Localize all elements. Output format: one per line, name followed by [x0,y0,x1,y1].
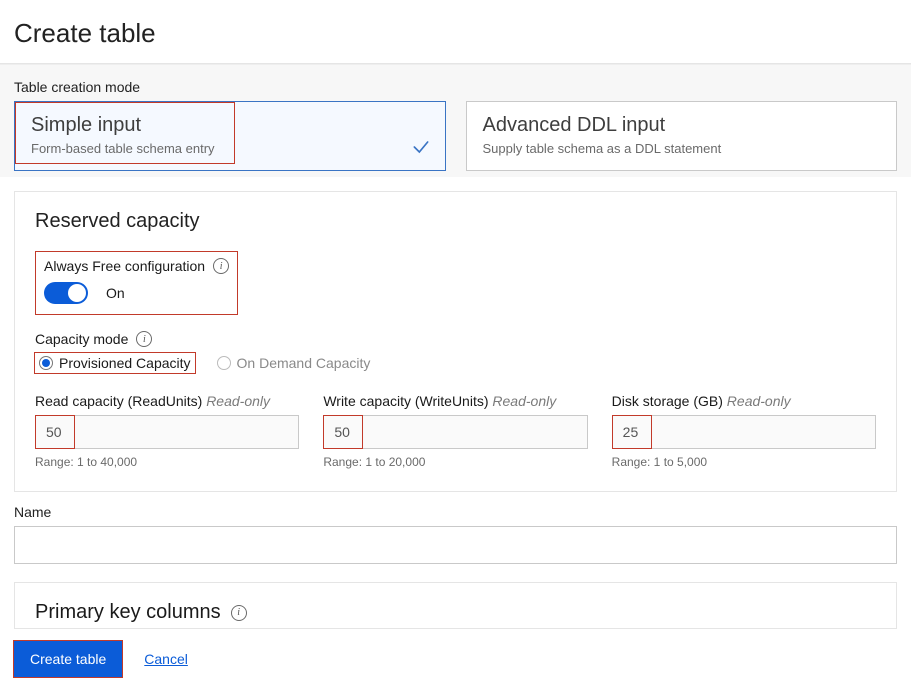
disk-storage-field: Disk storage (GB) Read-only Range: 1 to … [612,393,876,469]
footer-actions: Create table Cancel [0,629,911,695]
name-section: Name [0,492,911,564]
always-free-label: Always Free configuration [44,258,205,274]
readonly-tag: Read-only [492,393,556,409]
write-capacity-field: Write capacity (WriteUnits) Read-only Ra… [323,393,587,469]
radio-provisioned[interactable]: Provisioned Capacity [39,355,191,371]
cancel-link[interactable]: Cancel [144,651,188,667]
check-icon [411,137,431,160]
field-range: Range: 1 to 20,000 [323,455,587,469]
create-table-button[interactable]: Create table [14,641,122,677]
name-input[interactable] [14,526,897,564]
field-label: Write capacity (WriteUnits) [323,393,488,409]
write-capacity-input [323,415,587,449]
tile-title: Advanced DDL input [483,114,881,137]
tile-title: Simple input [31,114,429,137]
field-label: Disk storage (GB) [612,393,723,409]
field-range: Range: 1 to 40,000 [35,455,299,469]
creation-mode-tiles: Simple input Form-based table schema ent… [14,101,897,171]
tile-desc: Supply table schema as a DDL statement [483,141,881,156]
always-free-block: Always Free configuration i On [35,251,238,315]
field-range: Range: 1 to 5,000 [612,455,876,469]
readonly-tag: Read-only [727,393,791,409]
reserved-capacity-title: Reserved capacity [35,210,876,233]
primary-key-title: Primary key columns [35,601,221,624]
page-title: Create table [0,0,911,63]
table-creation-mode-section: Table creation mode Simple input Form-ba… [0,64,911,177]
capacity-mode-label: Capacity mode [35,331,128,347]
toggle-state-label: On [106,285,125,301]
name-label: Name [14,504,897,520]
capacity-fields: Read capacity (ReadUnits) Read-only Rang… [35,393,876,469]
tile-desc: Form-based table schema entry [31,141,429,156]
disk-storage-input [612,415,876,449]
readonly-tag: Read-only [206,393,270,409]
radio-label: On Demand Capacity [237,355,371,371]
primary-key-panel: Primary key columns i [14,582,897,629]
reserved-capacity-panel: Reserved capacity Always Free configurat… [14,191,897,492]
read-capacity-input [35,415,299,449]
tile-simple-input[interactable]: Simple input Form-based table schema ent… [14,101,446,171]
field-label: Read capacity (ReadUnits) [35,393,202,409]
info-icon[interactable]: i [136,331,152,347]
radio-label: Provisioned Capacity [59,355,191,371]
creation-mode-label: Table creation mode [14,79,897,95]
read-capacity-field: Read capacity (ReadUnits) Read-only Rang… [35,393,299,469]
always-free-toggle[interactable] [44,282,88,304]
info-icon[interactable]: i [231,605,247,621]
radio-on-demand: On Demand Capacity [217,355,371,371]
info-icon[interactable]: i [213,258,229,274]
tile-advanced-ddl[interactable]: Advanced DDL input Supply table schema a… [466,101,898,171]
